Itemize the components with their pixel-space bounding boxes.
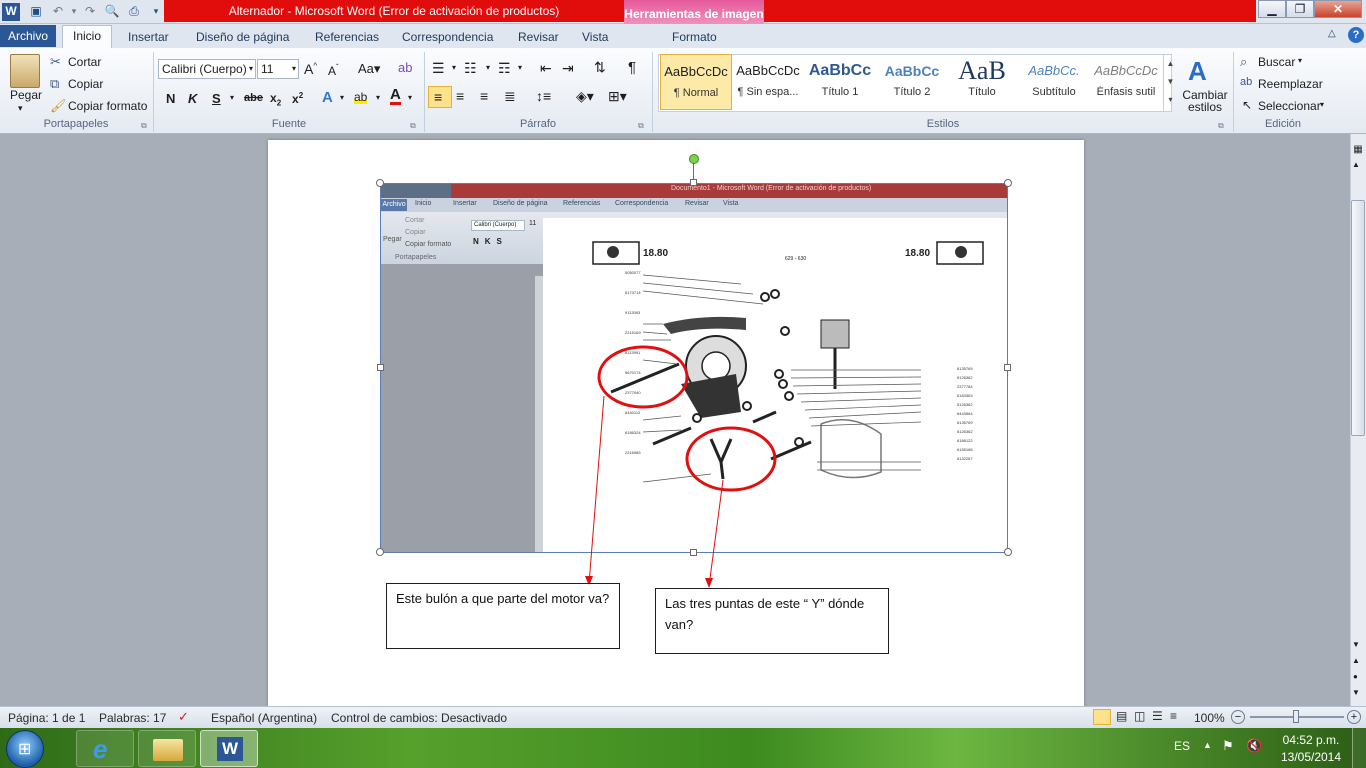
- taskbar-ie[interactable]: e: [76, 730, 134, 767]
- clock-time[interactable]: 04:52 p.m.: [1280, 733, 1342, 747]
- show-desktop-button[interactable]: [1352, 728, 1366, 768]
- status-language[interactable]: Español (Argentina): [211, 711, 317, 725]
- status-page[interactable]: Página: 1 de 1: [8, 711, 85, 725]
- scroll-up-icon[interactable]: ▲: [1352, 160, 1360, 169]
- status-words[interactable]: Palabras: 17: [99, 711, 166, 725]
- clock-date[interactable]: 13/05/2014: [1280, 750, 1342, 764]
- outline-view-icon[interactable]: ☰: [1152, 709, 1163, 723]
- web-layout-view-icon[interactable]: ◫: [1134, 709, 1145, 723]
- zoom-slider-thumb[interactable]: [1293, 710, 1299, 723]
- action-center-icon[interactable]: ⚑: [1222, 738, 1234, 754]
- scroll-down-icon[interactable]: ▼: [1352, 640, 1360, 649]
- taskbar-explorer[interactable]: [138, 730, 196, 767]
- internet-explorer-icon: e: [93, 734, 108, 764]
- folder-icon: [153, 739, 183, 761]
- show-hidden-icons-icon[interactable]: ▲: [1203, 740, 1212, 750]
- full-screen-view-icon[interactable]: ▤: [1116, 709, 1127, 723]
- proofing-icon[interactable]: ✓: [178, 709, 189, 725]
- callout-y-bracket-question[interactable]: Las tres puntas de este “ Y” dónde van?: [655, 588, 889, 654]
- windows-logo-icon: ⊞: [18, 741, 32, 758]
- scroll-thumb[interactable]: [1351, 200, 1365, 436]
- ruler-toggle-icon[interactable]: ▦: [1351, 144, 1365, 158]
- print-layout-view-icon[interactable]: [1093, 709, 1111, 725]
- language-indicator[interactable]: ES: [1174, 739, 1190, 753]
- callout-bolt-question[interactable]: Este bulón a que parte del motor va?: [386, 583, 620, 649]
- zoom-level[interactable]: 100%: [1194, 711, 1225, 725]
- start-button[interactable]: ⊞: [6, 730, 44, 768]
- taskbar-word[interactable]: W: [200, 730, 258, 767]
- prev-page-icon[interactable]: ▲: [1352, 656, 1360, 665]
- callout-bolt-text: Este bulón a que parte del motor va?: [396, 591, 610, 606]
- status-track-changes[interactable]: Control de cambios: Desactivado: [331, 711, 507, 725]
- zoom-in-icon[interactable]: +: [1347, 710, 1361, 724]
- browse-object-icon[interactable]: ●: [1353, 672, 1358, 681]
- zoom-out-icon[interactable]: −: [1231, 710, 1245, 724]
- callout-y-text: Las tres puntas de este “ Y” dónde van?: [665, 596, 865, 632]
- word-icon: W: [217, 737, 243, 761]
- volume-muted-icon[interactable]: 🔇: [1246, 738, 1262, 754]
- next-page-icon[interactable]: ▼: [1352, 688, 1360, 697]
- draft-view-icon[interactable]: ≡: [1170, 709, 1177, 723]
